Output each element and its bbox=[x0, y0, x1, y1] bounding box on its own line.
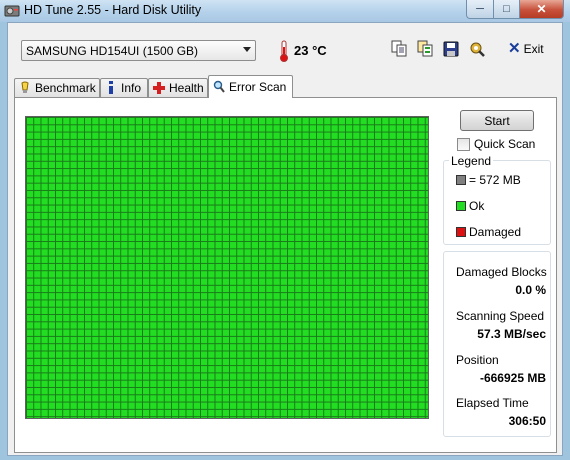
quick-scan-checkbox[interactable]: Quick Scan bbox=[457, 137, 535, 151]
error-scan-panel: Start Quick Scan Legend = 572 MB Ok Dama… bbox=[14, 97, 557, 453]
damaged-blocks-value: 0.0 % bbox=[515, 283, 546, 297]
damaged-blocks-label: Damaged Blocks bbox=[456, 265, 547, 279]
start-button[interactable]: Start bbox=[460, 110, 534, 131]
close-button[interactable]: ✕ bbox=[520, 0, 564, 19]
exit-button[interactable]: ✕ Exit bbox=[508, 40, 544, 57]
legend-label: Damaged bbox=[469, 225, 522, 239]
drive-dropdown[interactable]: SAMSUNG HD154UI (1500 GB) bbox=[21, 40, 256, 61]
elapsed-time-label: Elapsed Time bbox=[456, 396, 529, 410]
copy-info-icon[interactable] bbox=[390, 40, 408, 58]
app-icon bbox=[4, 5, 20, 17]
gray-swatch bbox=[456, 175, 466, 185]
exit-label: Exit bbox=[523, 42, 544, 56]
health-icon bbox=[153, 82, 165, 94]
drive-dropdown-value: SAMSUNG HD154UI (1500 GB) bbox=[26, 44, 199, 58]
exit-icon: ✕ bbox=[508, 40, 521, 57]
temperature-readout: 23 °C bbox=[294, 43, 327, 58]
thermometer-icon bbox=[280, 40, 288, 62]
legend-item-block-size: = 572 MB bbox=[456, 173, 521, 187]
tab-error-scan[interactable]: Error Scan bbox=[208, 75, 293, 98]
scanning-speed-value: 57.3 MB/sec bbox=[477, 327, 546, 341]
tab-health[interactable]: Health bbox=[148, 78, 208, 97]
red-swatch bbox=[456, 227, 466, 237]
app-client-area: SAMSUNG HD154UI (1500 GB) 23 °C ✕ Exit B… bbox=[7, 22, 563, 456]
quick-scan-label: Quick Scan bbox=[474, 137, 536, 151]
options-icon[interactable] bbox=[468, 40, 486, 58]
legend-item-ok: Ok bbox=[456, 199, 484, 213]
window-title: HD Tune 2.55 - Hard Disk Utility bbox=[24, 3, 202, 17]
chevron-down-icon bbox=[243, 47, 251, 52]
tab-label: Info bbox=[121, 81, 142, 95]
scan-block-map bbox=[25, 116, 429, 419]
toolbar: SAMSUNG HD154UI (1500 GB) 23 °C ✕ Exit bbox=[8, 23, 562, 71]
benchmark-icon bbox=[21, 81, 29, 93]
tab-info[interactable]: Info bbox=[100, 78, 148, 97]
legend-item-damaged: Damaged bbox=[456, 225, 521, 239]
tab-label: Benchmark bbox=[35, 81, 96, 95]
legend-label: = 572 MB bbox=[469, 173, 521, 187]
error-scan-icon bbox=[213, 80, 225, 93]
tab-label: Health bbox=[169, 81, 204, 95]
green-swatch bbox=[456, 201, 466, 211]
checkbox-box[interactable] bbox=[457, 137, 470, 151]
position-label: Position bbox=[456, 353, 499, 367]
legend-label: Ok bbox=[469, 199, 485, 213]
scanning-speed-label: Scanning Speed bbox=[456, 309, 545, 323]
elapsed-time-value: 306:50 bbox=[508, 414, 546, 428]
minimize-button[interactable]: ─ bbox=[466, 0, 494, 19]
window-controls: ─ □ ✕ bbox=[466, 0, 564, 19]
info-icon bbox=[109, 81, 113, 94]
legend-title: Legend bbox=[449, 154, 494, 168]
position-value: -666925 MB bbox=[479, 371, 546, 385]
copy-all-icon[interactable] bbox=[416, 40, 434, 58]
save-icon[interactable] bbox=[442, 40, 460, 58]
tab-benchmark[interactable]: Benchmark bbox=[14, 78, 100, 97]
title-bar: HD Tune 2.55 - Hard Disk Utility ─ □ ✕ bbox=[0, 0, 570, 22]
maximize-button[interactable]: □ bbox=[494, 0, 520, 19]
tab-label: Error Scan bbox=[229, 80, 287, 94]
